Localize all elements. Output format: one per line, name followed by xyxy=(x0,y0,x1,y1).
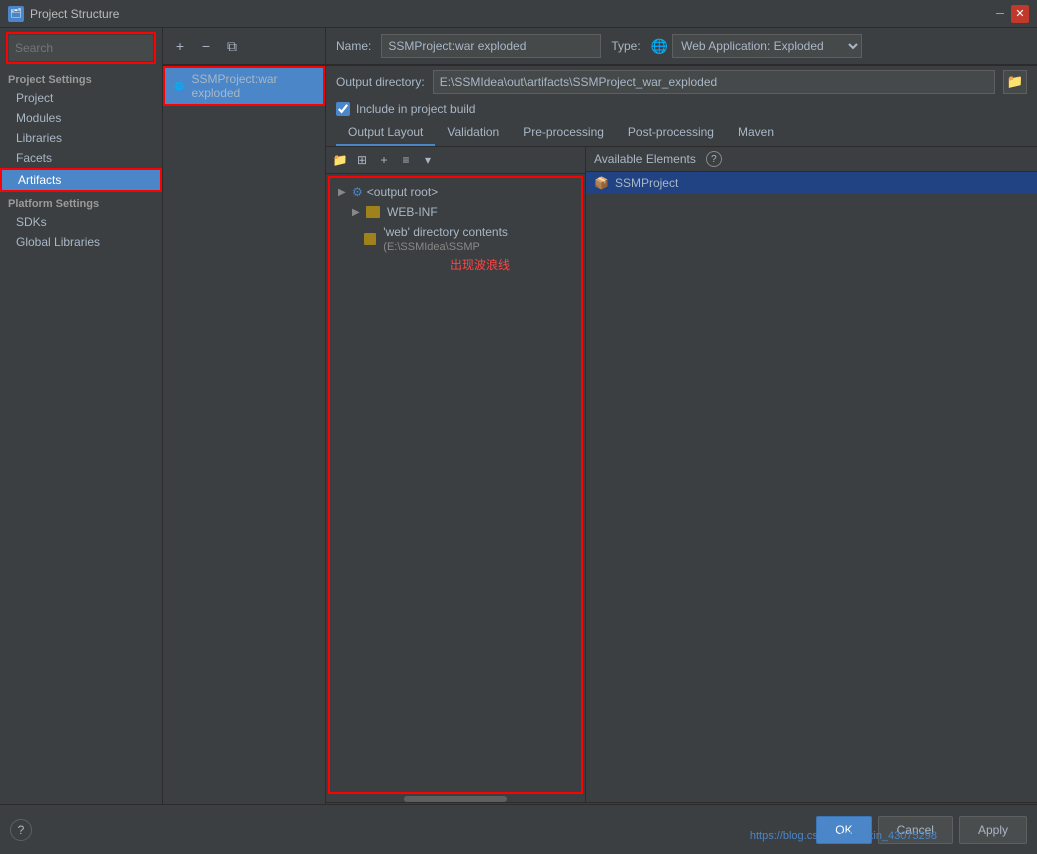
output-icon: ⚙ xyxy=(352,185,363,199)
available-elements-header: Available Elements ? xyxy=(586,147,1037,172)
left-panel: Project Settings Project Modules Librari… xyxy=(0,28,163,854)
output-dir-label: Output directory: xyxy=(336,75,425,89)
ssm-project-label: SSMProject xyxy=(615,176,678,190)
tabs-row: Output Layout Validation Pre-processing … xyxy=(326,120,1037,147)
tab-pre-processing[interactable]: Pre-processing xyxy=(511,120,616,146)
tree-grid-btn[interactable]: ⊞ xyxy=(352,150,372,170)
tree-pane: 📁 ⊞ + ≡ ▾ ▶ ⚙ <output roo xyxy=(326,147,586,802)
sidebar-item-artifacts[interactable]: Artifacts xyxy=(2,170,160,190)
title-bar: 🗂 Project Structure ─ ✕ xyxy=(0,0,1037,28)
elements-item-ssm-project[interactable]: 📦 SSMProject xyxy=(586,172,1037,194)
tree-folder-btn[interactable]: 📁 xyxy=(330,150,350,170)
minimize-button[interactable]: ─ xyxy=(991,5,1009,23)
expand-icon: ▶ xyxy=(338,187,348,198)
help-button[interactable]: ? xyxy=(10,819,32,841)
elements-content: 📦 SSMProject xyxy=(586,172,1037,802)
sidebar-item-facets[interactable]: Facets xyxy=(0,148,162,168)
tree-list-btn[interactable]: ≡ xyxy=(396,150,416,170)
available-elements-pane: Available Elements ? 📦 SSMProject xyxy=(586,147,1037,802)
artifact-list-item[interactable]: 🌐 SSMProject:war exploded xyxy=(163,66,325,106)
output-dir-row: Output directory: 📁 xyxy=(326,66,1037,98)
type-label: Type: xyxy=(611,39,640,53)
browse-button[interactable]: 📁 xyxy=(1003,70,1027,94)
web-inf-label: WEB-INF xyxy=(387,205,438,219)
window-icon: 🗂 xyxy=(8,6,24,22)
window-controls: ─ ✕ xyxy=(991,5,1029,23)
copy-artifact-button[interactable]: ⧉ xyxy=(221,35,243,57)
expand-icon-webinf: ▶ xyxy=(352,207,362,218)
include-in-build-row: Include in project build xyxy=(326,98,1037,120)
name-input[interactable] xyxy=(381,34,601,58)
web-dir-suffix: (E:\SSMIdea\SSMP xyxy=(383,241,480,253)
sidebar-item-modules[interactable]: Modules xyxy=(0,108,162,128)
close-button[interactable]: ✕ xyxy=(1011,5,1029,23)
project-settings-label: Project Settings xyxy=(0,68,162,88)
name-label: Name: xyxy=(336,39,371,53)
tab-output-layout[interactable]: Output Layout xyxy=(336,120,435,146)
apply-button[interactable]: Apply xyxy=(959,816,1027,844)
tab-validation[interactable]: Validation xyxy=(435,120,511,146)
tree-dropdown-btn[interactable]: ▾ xyxy=(418,150,438,170)
help-icon[interactable]: ? xyxy=(706,151,722,167)
window-title: Project Structure xyxy=(30,7,991,21)
add-artifact-button[interactable]: + xyxy=(169,35,191,57)
sidebar-item-libraries[interactable]: Libraries xyxy=(0,128,162,148)
folder-icon-webinf xyxy=(366,206,380,218)
wavy-annotation: 出现波浪线 xyxy=(450,256,510,273)
web-dir-label: 'web' directory contents (E:\SSMIdea\SSM… xyxy=(383,225,573,253)
search-input[interactable] xyxy=(9,35,153,61)
content-area: Output directory: 📁 Include in project b… xyxy=(326,66,1037,854)
tab-post-processing[interactable]: Post-processing xyxy=(616,120,726,146)
available-elements-title: Available Elements xyxy=(594,152,696,166)
tree-toolbar: 📁 ⊞ + ≡ ▾ xyxy=(326,147,585,174)
platform-settings-label: Platform Settings xyxy=(0,192,162,212)
sidebar-item-sdks[interactable]: SDKs xyxy=(0,212,162,232)
output-dir-input[interactable] xyxy=(433,70,995,94)
type-icon: 🌐 xyxy=(651,38,668,55)
remove-artifact-button[interactable]: − xyxy=(195,35,217,57)
csdn-url: https://blog.csdn.net/weixin_43075298 xyxy=(750,830,937,842)
include-in-build-label: Include in project build xyxy=(356,102,475,116)
split-pane: 📁 ⊞ + ≡ ▾ ▶ ⚙ <output roo xyxy=(326,147,1037,802)
tree-add-btn[interactable]: + xyxy=(374,150,394,170)
tree-item-output-root[interactable]: ▶ ⚙ <output root> xyxy=(330,182,581,202)
include-in-build-checkbox[interactable] xyxy=(336,102,350,116)
tree-item-web-dir[interactable]: ▶ 'web' directory contents (E:\SSMIdea\S… xyxy=(330,222,581,256)
tree-content: ▶ ⚙ <output root> ▶ WEB-INF xyxy=(328,176,583,794)
artifact-icon: 🌐 xyxy=(173,79,186,93)
output-root-label: <output root> xyxy=(367,185,438,199)
bottom-buttons-bar: ? https://blog.csdn.net/weixin_43075298 … xyxy=(0,804,1037,854)
module-icon: 📦 xyxy=(594,176,609,190)
sidebar-item-project[interactable]: Project xyxy=(0,88,162,108)
folder-icon-web xyxy=(364,233,376,245)
type-select[interactable]: Web Application: Exploded xyxy=(672,34,862,58)
artifact-name: SSMProject:war exploded xyxy=(192,72,315,100)
tree-item-web-inf[interactable]: ▶ WEB-INF xyxy=(330,202,581,222)
tab-maven[interactable]: Maven xyxy=(726,120,786,146)
sidebar-item-global-libraries[interactable]: Global Libraries xyxy=(0,232,162,252)
